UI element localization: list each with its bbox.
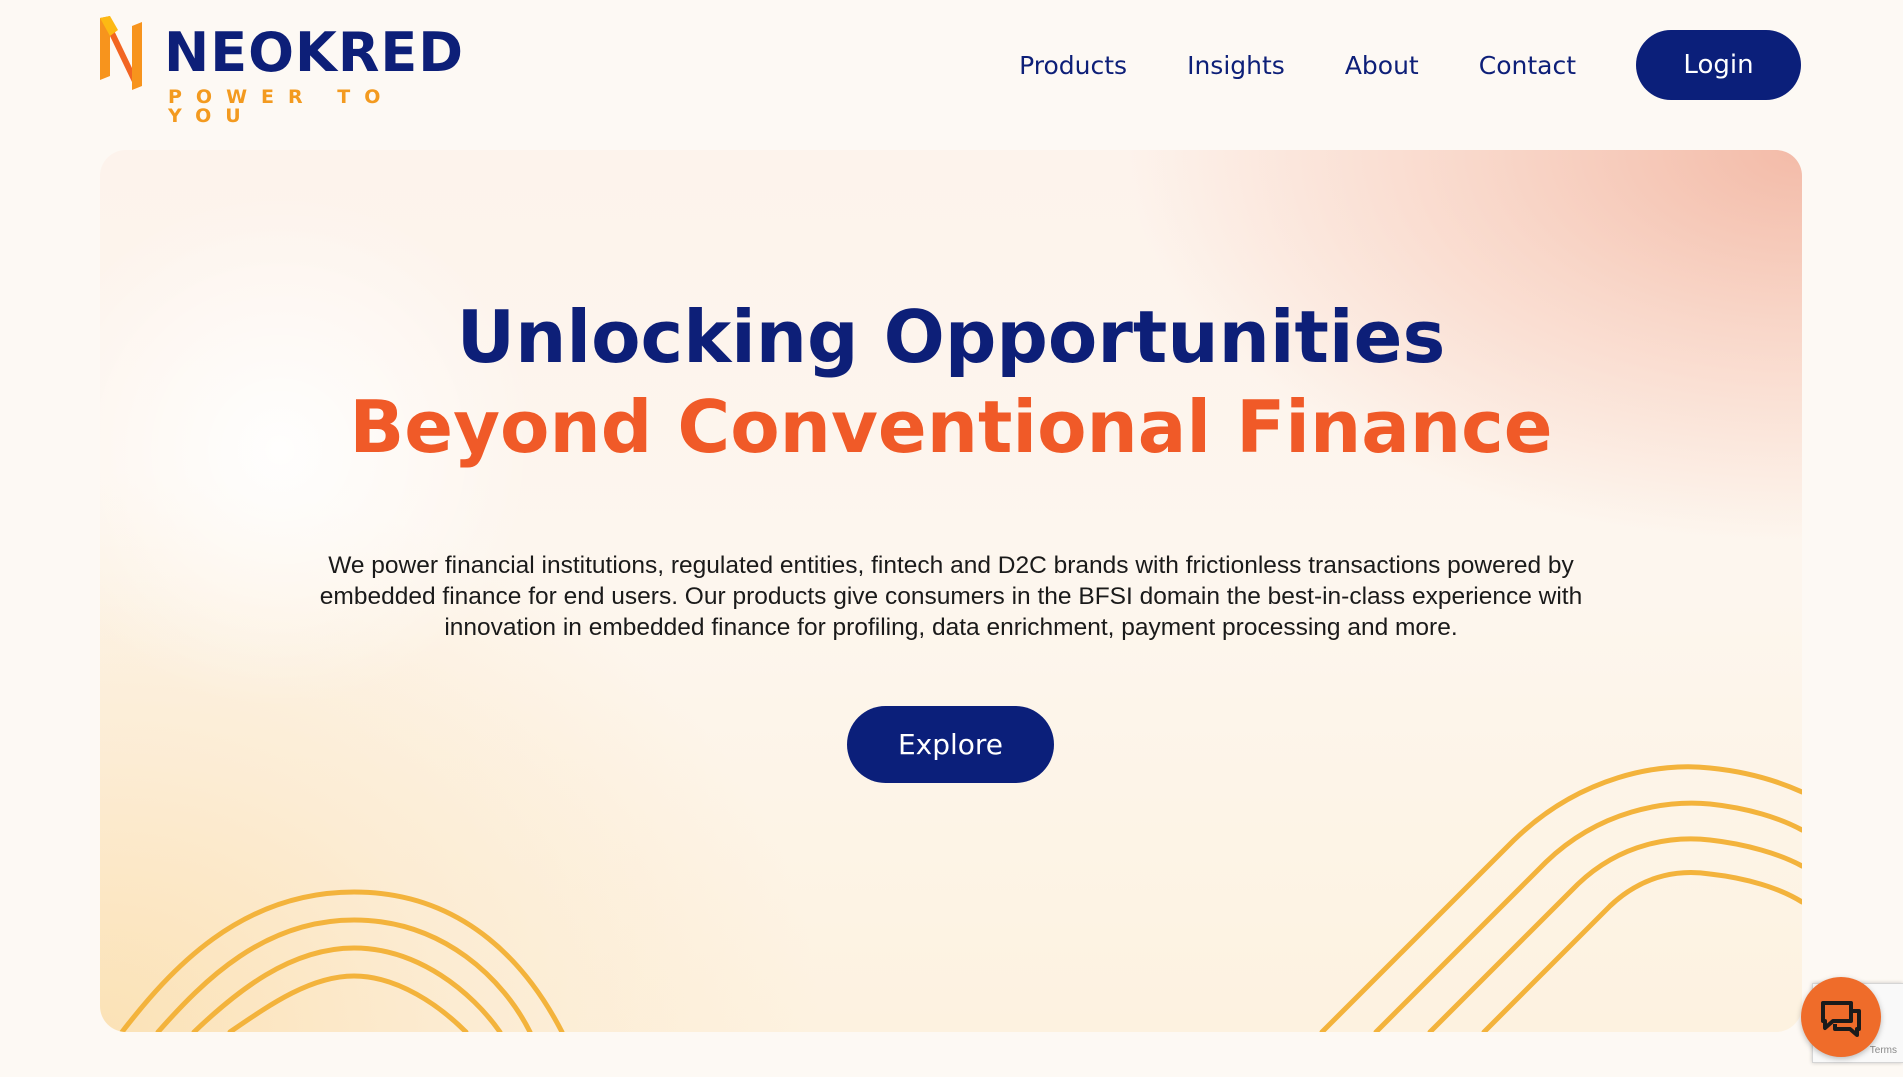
main-nav: Products Insights About Contact Login [1019, 30, 1801, 100]
hero-description: We power financial institutions, regulat… [319, 552, 1583, 641]
nav-about[interactable]: About [1345, 51, 1419, 80]
neokred-logo-icon [100, 16, 142, 90]
nav-insights[interactable]: Insights [1187, 51, 1285, 80]
nav-contact[interactable]: Contact [1479, 51, 1576, 80]
site-header: NEOKRED POWER TO YOU Products Insights A… [0, 0, 1903, 130]
brand-logo[interactable]: NEOKRED POWER TO YOU [98, 16, 463, 126]
chat-button[interactable] [1801, 977, 1881, 1057]
hero-section: Unlocking Opportunities Beyond Conventio… [100, 150, 1802, 1032]
brand-tagline: POWER TO YOU [168, 86, 395, 127]
page: NEOKRED POWER TO YOU Products Insights A… [0, 0, 1903, 1077]
nav-products[interactable]: Products [1019, 51, 1127, 80]
chat-bubbles-icon [1821, 1001, 1861, 1037]
hero-title-line1: Unlocking Opportunities [456, 295, 1446, 379]
explore-button[interactable]: Explore [847, 706, 1054, 783]
login-button[interactable]: Login [1636, 30, 1801, 100]
brand-name: NEOKRED [164, 21, 465, 84]
hero-title-line2: Beyond Conventional Finance [349, 385, 1553, 469]
